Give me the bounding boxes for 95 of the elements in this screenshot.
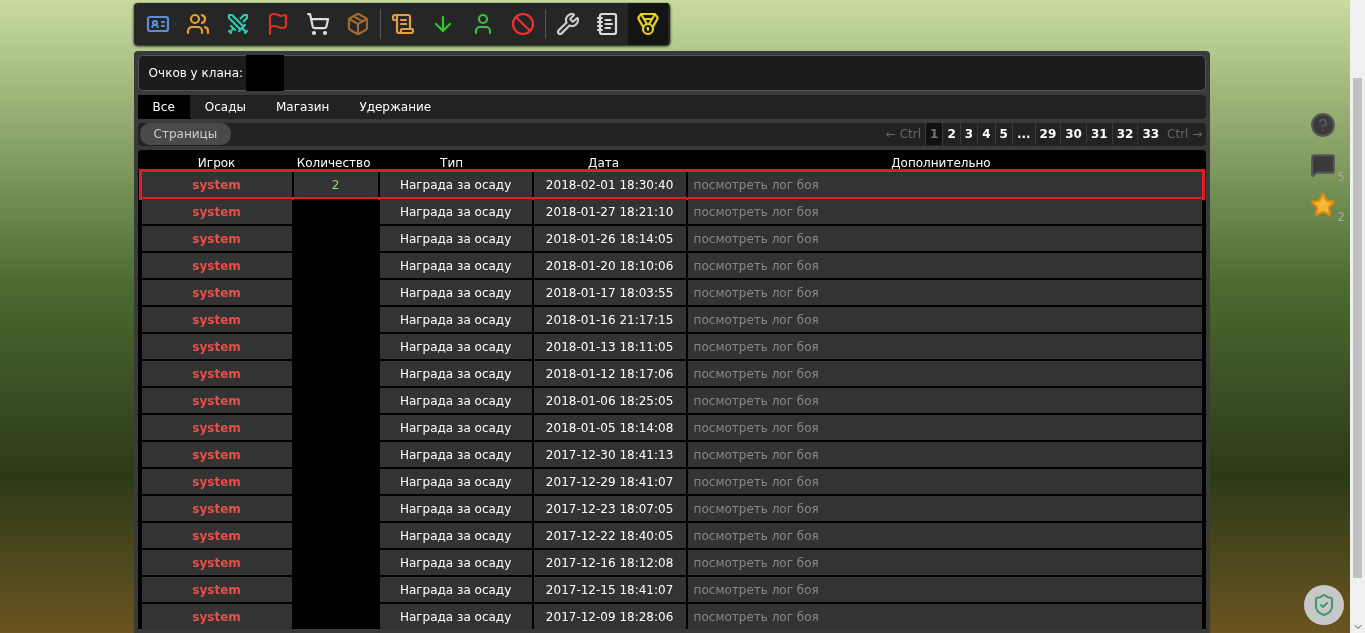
player-cell: system <box>141 469 292 494</box>
player-cell: system <box>141 361 292 386</box>
player-cell: system <box>141 604 292 629</box>
date-cell: 2018-01-16 21:17:15 <box>533 307 686 332</box>
tab[interactable]: Все <box>137 95 190 119</box>
date-cell: 2017-12-16 18:12:08 <box>533 550 686 575</box>
player-cell: system <box>141 442 292 467</box>
page-link[interactable]: 33 <box>1137 123 1164 146</box>
type-cell: Награда за осаду <box>379 388 532 413</box>
player-cell: system <box>141 523 292 548</box>
player-cell: system <box>141 550 292 575</box>
tab[interactable]: Удержание <box>344 95 447 119</box>
player-cell: system <box>141 253 292 278</box>
battle-log-link[interactable]: посмотреть лог боя <box>687 415 1203 440</box>
column-header: Дата <box>587 156 621 170</box>
column-header: Дополнительно <box>890 156 992 170</box>
player-cell: system <box>141 496 292 521</box>
player-cell: system <box>141 199 292 224</box>
player-cell: system <box>141 388 292 413</box>
type-cell: Награда за осаду <box>379 550 532 575</box>
player-cell: system <box>141 577 292 602</box>
type-cell: Награда за осаду <box>379 361 532 386</box>
page-link[interactable]: 32 <box>1111 123 1138 146</box>
date-cell: 2018-02-01 18:30:40 <box>533 172 686 197</box>
page-link[interactable]: 30 <box>1060 123 1086 146</box>
battle-log-link[interactable]: посмотреть лог боя <box>687 172 1203 197</box>
date-cell: 2018-01-13 18:11:05 <box>533 334 686 359</box>
page-link[interactable]: ... <box>1011 123 1035 146</box>
page-link[interactable]: 5 <box>994 123 1012 146</box>
player-cell: system <box>141 280 292 305</box>
battle-log-link[interactable]: посмотреть лог боя <box>687 523 1203 548</box>
tab[interactable]: Магазин <box>261 95 345 119</box>
quantity-cell: 2 <box>293 172 378 197</box>
date-cell: 2018-01-26 18:14:05 <box>533 226 686 251</box>
clan-points-label: Очков у клана: <box>148 66 244 80</box>
next-hint: Ctrl → <box>1166 127 1204 142</box>
player-cell: system <box>141 307 292 332</box>
page-link[interactable]: 2 <box>942 123 960 146</box>
date-cell: 2018-01-06 18:25:05 <box>533 388 686 413</box>
player-cell: system <box>141 226 292 251</box>
tab[interactable]: Осады <box>189 95 261 119</box>
page-link[interactable]: 1 <box>925 123 943 146</box>
type-cell: Награда за осаду <box>379 280 532 305</box>
battle-log-link[interactable]: посмотреть лог боя <box>687 496 1203 521</box>
column-header: Тип <box>439 156 465 170</box>
battle-log-link[interactable]: посмотреть лог боя <box>687 604 1203 629</box>
message-count: 5 <box>1337 170 1345 184</box>
type-cell: Награда за осаду <box>379 577 532 602</box>
date-cell: 2017-12-09 18:28:06 <box>533 604 686 629</box>
player-cell: system <box>141 172 292 197</box>
player-cell: system <box>141 415 292 440</box>
page-link[interactable]: 3 <box>959 123 978 146</box>
battle-log-link[interactable]: посмотреть лог боя <box>687 550 1203 575</box>
type-cell: Награда за осаду <box>379 415 532 440</box>
date-cell: 2018-01-12 18:17:06 <box>533 361 686 386</box>
battle-log-link[interactable]: посмотреть лог боя <box>687 442 1203 467</box>
battle-log-link[interactable]: посмотреть лог боя <box>687 307 1203 332</box>
battle-log-link[interactable]: посмотреть лог боя <box>687 226 1203 251</box>
battle-log-link[interactable]: посмотреть лог боя <box>687 334 1203 359</box>
page-link[interactable]: 31 <box>1085 123 1112 146</box>
column-header: Количество <box>295 156 372 170</box>
battle-log-link[interactable]: посмотреть лог боя <box>687 280 1203 305</box>
date-cell: 2018-01-17 18:03:55 <box>533 280 686 305</box>
player-cell: system <box>141 334 292 359</box>
battle-log-link[interactable]: посмотреть лог боя <box>687 469 1203 494</box>
pages-label: Страницы <box>139 123 232 146</box>
date-cell: 2017-12-30 18:41:13 <box>533 442 686 467</box>
date-cell: 2017-12-22 18:40:05 <box>533 523 686 548</box>
date-cell: 2018-01-27 18:21:10 <box>533 199 686 224</box>
date-cell: 2017-12-15 18:41:07 <box>533 577 686 602</box>
page-link[interactable]: 29 <box>1034 123 1061 146</box>
type-cell: Награда за осаду <box>379 226 532 251</box>
column-header: Игрок <box>196 156 237 170</box>
type-cell: Награда за осаду <box>379 199 532 224</box>
battle-log-link[interactable]: посмотреть лог боя <box>687 577 1203 602</box>
date-cell: 2017-12-23 18:07:05 <box>533 496 686 521</box>
type-cell: Награда за осаду <box>379 253 532 278</box>
type-cell: Награда за осаду <box>379 469 532 494</box>
page-link[interactable]: 4 <box>977 123 995 146</box>
type-cell: Награда за осаду <box>379 172 532 197</box>
battle-log-link[interactable]: посмотреть лог боя <box>687 388 1203 413</box>
type-cell: Награда за осаду <box>379 496 532 521</box>
battle-log-link[interactable]: посмотреть лог боя <box>687 199 1203 224</box>
type-cell: Награда за осаду <box>379 604 532 629</box>
type-cell: Награда за осаду <box>379 523 532 548</box>
type-cell: Награда за осаду <box>379 442 532 467</box>
date-cell: 2018-01-05 18:14:08 <box>533 415 686 440</box>
battle-log-link[interactable]: посмотреть лог боя <box>687 361 1203 386</box>
battle-log-link[interactable]: посмотреть лог боя <box>687 253 1203 278</box>
type-cell: Награда за осаду <box>379 307 532 332</box>
date-cell: 2017-12-29 18:41:07 <box>533 469 686 494</box>
favorites-count: 2 <box>1337 210 1345 224</box>
date-cell: 2018-01-20 18:10:06 <box>533 253 686 278</box>
type-cell: Награда за осаду <box>379 334 532 359</box>
prev-hint: ← Ctrl <box>884 127 923 142</box>
